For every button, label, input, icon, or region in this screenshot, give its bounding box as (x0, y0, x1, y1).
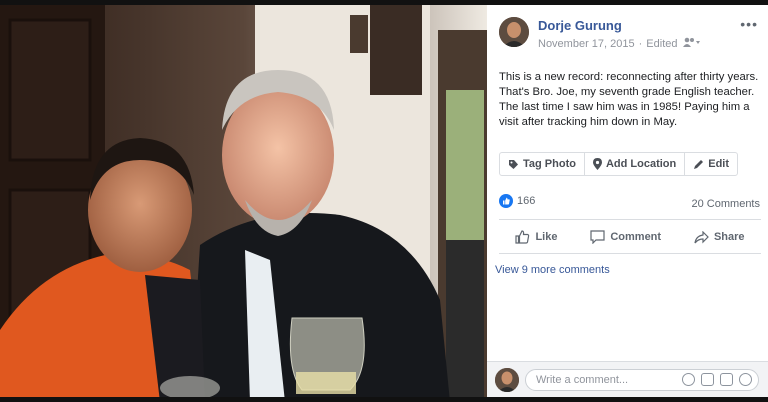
like-button[interactable]: Like (515, 230, 557, 244)
add-location-button[interactable]: Add Location (585, 153, 686, 175)
share-arrow-icon (694, 230, 709, 243)
post-meta: November 17, 2015 · Edited (538, 37, 700, 50)
post-panel: Dorje Gurung November 17, 2015 · Edited … (487, 0, 768, 402)
avatar-image (495, 368, 519, 392)
camera-icon[interactable] (701, 373, 714, 386)
post-text: This is a new record: reconnecting after… (499, 71, 759, 128)
post-date[interactable]: November 17, 2015 (538, 38, 635, 50)
comment-button[interactable]: Comment (590, 230, 661, 244)
view-more-comments-link[interactable]: View 9 more comments (495, 264, 610, 276)
comment-composer: Write a comment... (487, 361, 768, 398)
meta-separator: · (638, 37, 643, 50)
sticker-icon[interactable] (739, 373, 752, 386)
divider (499, 219, 761, 220)
location-pin-icon (592, 158, 602, 170)
divider (499, 253, 761, 254)
comment-label: Comment (610, 231, 662, 243)
photo-tools: Tag Photo Add Location Edit (499, 152, 739, 176)
tag-icon (509, 159, 518, 169)
post-photo[interactable] (0, 0, 487, 402)
pencil-icon (694, 159, 704, 169)
edited-label[interactable]: Edited (646, 38, 677, 50)
comment-tools (682, 373, 752, 386)
tag-photo-button[interactable]: Tag Photo (500, 153, 585, 175)
like-count: 166 (517, 195, 536, 207)
add-location-label: Add Location (605, 158, 677, 170)
gif-icon[interactable] (720, 373, 733, 386)
edit-label: Edit (708, 158, 730, 170)
friends-audience-icon[interactable] (682, 37, 700, 50)
bottom-letterbox (0, 397, 768, 402)
like-label: Like (535, 231, 558, 243)
reaction-summary[interactable]: 166 (499, 194, 535, 208)
share-label: Share (713, 231, 745, 243)
emoji-icon[interactable] (682, 373, 695, 386)
photo-illustration (0, 0, 487, 402)
share-button[interactable]: Share (694, 230, 745, 244)
comment-input[interactable]: Write a comment... (525, 369, 759, 391)
commenter-avatar (495, 368, 519, 392)
speech-bubble-icon (590, 230, 605, 244)
more-options-icon[interactable]: ••• (740, 16, 758, 32)
top-letterbox (0, 0, 768, 5)
author-avatar[interactable] (499, 17, 529, 47)
author-name[interactable]: Dorje Gurung (538, 18, 622, 33)
tag-photo-label: Tag Photo (523, 158, 576, 170)
thumbs-up-icon (515, 230, 530, 244)
edit-button[interactable]: Edit (685, 153, 737, 175)
like-reaction-icon (499, 194, 513, 208)
comments-count[interactable]: 20 Comments (692, 198, 760, 210)
avatar-image (499, 17, 529, 47)
comment-placeholder: Write a comment... (536, 374, 629, 386)
action-bar: Like Comment Share (499, 223, 761, 251)
